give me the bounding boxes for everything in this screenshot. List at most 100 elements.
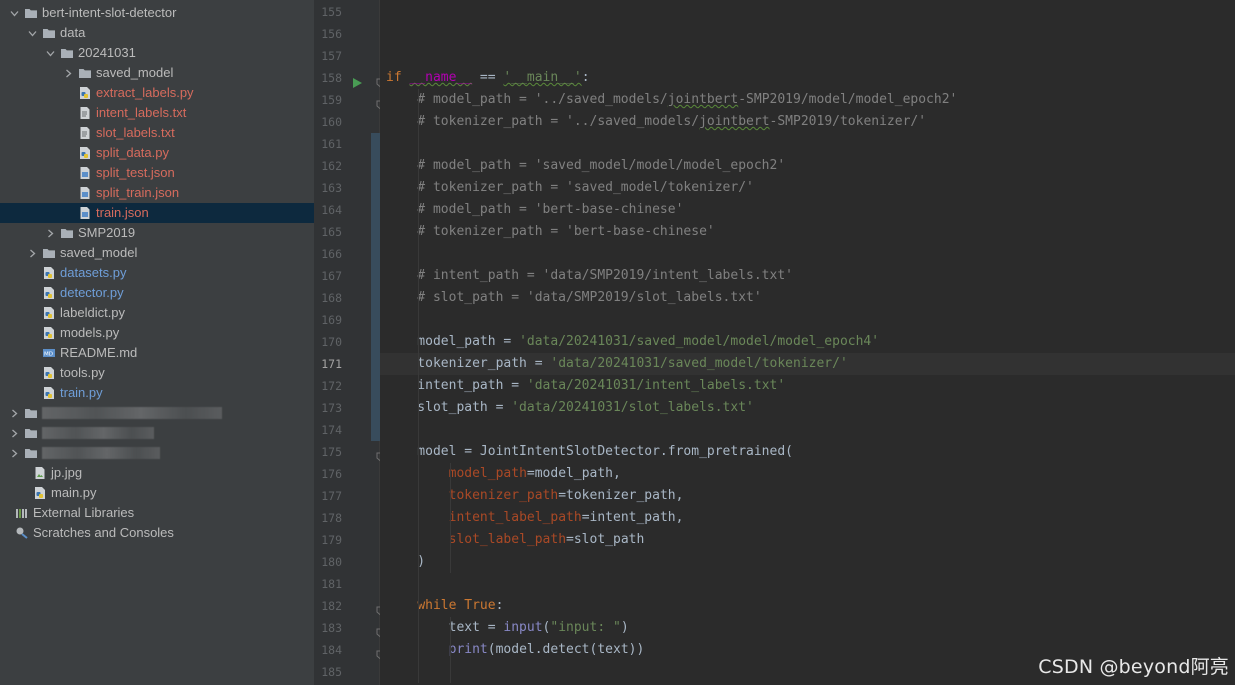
code-line[interactable]	[380, 419, 1235, 441]
line-number: 167	[321, 269, 342, 283]
code-line[interactable]: model = JointIntentSlotDetector.from_pre…	[380, 441, 1235, 463]
tree-file[interactable]	[0, 403, 314, 423]
tree-file[interactable]: train.py	[0, 383, 314, 403]
code-token: model = JointIntentSlotDetector.from_pre…	[386, 444, 793, 459]
chevron-right-icon[interactable]	[8, 423, 20, 443]
line-number: 182	[321, 599, 342, 613]
tree-folder[interactable]: bert-intent-slot-detector	[0, 3, 314, 23]
tree-item-label: labeldict.py	[60, 305, 126, 320]
code-line[interactable]	[380, 45, 1235, 67]
tree-item-label: jp.jpg	[51, 465, 83, 480]
code-line[interactable]: intent_label_path=intent_path,	[380, 507, 1235, 529]
folder-icon	[42, 246, 56, 260]
code-line[interactable]: tokenizer_path=tokenizer_path,	[380, 485, 1235, 507]
chevron-down-icon[interactable]	[44, 43, 56, 63]
code-line[interactable]: slot_label_path=slot_path	[380, 529, 1235, 551]
line-number: 164	[321, 203, 342, 217]
tree-file[interactable]: tools.py	[0, 363, 314, 383]
code-line[interactable]: )	[380, 551, 1235, 573]
watermark: CSDN @beyond阿亮	[1038, 656, 1229, 678]
python-icon	[42, 306, 56, 320]
code-token: intent_label_path	[448, 510, 582, 525]
code-line[interactable]	[380, 309, 1235, 331]
code-line[interactable]: # tokenizer_path = 'saved_model/tokenize…	[380, 177, 1235, 199]
code-line[interactable]: # slot_path = 'data/SMP2019/slot_labels.…	[380, 287, 1235, 309]
code-line[interactable]: if __name__ == '__main__':	[380, 67, 1235, 89]
code-line[interactable]: # model_path = '../saved_models/jointber…	[380, 89, 1235, 111]
tree-file[interactable]: train.json	[0, 203, 314, 223]
line-number: 180	[321, 555, 342, 569]
redacted-label	[42, 447, 160, 459]
code-token: model_path	[448, 466, 527, 481]
code-line[interactable]: model_path = 'data/20241031/saved_model/…	[380, 331, 1235, 353]
tree-file[interactable]: split_data.py	[0, 143, 314, 163]
chevron-down-icon[interactable]	[8, 3, 20, 23]
run-icon[interactable]	[352, 73, 362, 88]
tree-folder[interactable]: saved_model	[0, 243, 314, 263]
tree-file[interactable]: MD README.md	[0, 343, 314, 363]
code-line[interactable]: model_path=model_path,	[380, 463, 1235, 485]
code-line[interactable]	[380, 243, 1235, 265]
chevron-right-icon[interactable]	[26, 243, 38, 263]
tree-file[interactable]: slot_labels.txt	[0, 123, 314, 143]
tree-file[interactable]: extract_labels.py	[0, 83, 314, 103]
line-number: 176	[321, 467, 342, 481]
code-line[interactable]: # model_path = 'bert-base-chinese'	[380, 199, 1235, 221]
tree-file[interactable]: datasets.py	[0, 263, 314, 283]
code-line[interactable]	[380, 133, 1235, 155]
python-icon	[33, 486, 47, 500]
code-line[interactable]: # tokenizer_path = 'bert-base-chinese'	[380, 221, 1235, 243]
line-number: 178	[321, 511, 342, 525]
code-editor[interactable]: if __name__ == '__main__': # model_path …	[380, 0, 1235, 685]
tree-file[interactable]: External Libraries	[0, 503, 314, 523]
code-token: '__main__'	[503, 70, 582, 85]
tree-file[interactable]: main.py	[0, 483, 314, 503]
code-token: # intent_path = 'data/SMP2019/intent_lab…	[386, 268, 793, 283]
tree-folder[interactable]: 20241031	[0, 43, 314, 63]
code-line[interactable]	[380, 1, 1235, 23]
code-line[interactable]: intent_path = 'data/20241031/intent_labe…	[380, 375, 1235, 397]
tree-file[interactable]	[0, 423, 314, 443]
chevron-right-icon[interactable]	[44, 223, 56, 243]
chevron-right-icon[interactable]	[8, 443, 20, 463]
tree-file[interactable]: labeldict.py	[0, 303, 314, 323]
tree-file[interactable]: detector.py	[0, 283, 314, 303]
tree-file[interactable]: split_test.json	[0, 163, 314, 183]
tree-folder[interactable]: data	[0, 23, 314, 43]
line-number: 157	[321, 49, 342, 63]
markdown-icon: MD	[42, 346, 56, 360]
chevron-down-icon[interactable]	[26, 23, 38, 43]
vcs-change-marker[interactable]	[371, 133, 380, 441]
tree-item-label: slot_labels.txt	[96, 125, 175, 140]
tree-file[interactable]: Scratches and Consoles	[0, 523, 314, 543]
code-token: # tokenizer_path = 'saved_model/tokenize…	[386, 180, 754, 195]
tree-file[interactable]: intent_labels.txt	[0, 103, 314, 123]
tree-file[interactable]	[0, 443, 314, 463]
code-line[interactable]: while True:	[380, 595, 1235, 617]
code-line[interactable]: tokenizer_path = 'data/20241031/saved_mo…	[380, 353, 1235, 375]
chevron-right-icon[interactable]	[62, 63, 74, 83]
code-line[interactable]: # intent_path = 'data/SMP2019/intent_lab…	[380, 265, 1235, 287]
code-line[interactable]	[380, 23, 1235, 45]
line-number: 170	[321, 335, 342, 349]
code-token: if	[386, 70, 410, 85]
line-number: 184	[321, 643, 342, 657]
chevron-right-icon[interactable]	[8, 403, 20, 423]
code-token: ==	[472, 70, 504, 85]
code-line[interactable]	[380, 573, 1235, 595]
text-icon	[78, 106, 92, 120]
tree-item-label: data	[60, 25, 86, 40]
code-line[interactable]: slot_path = 'data/20241031/slot_labels.t…	[380, 397, 1235, 419]
tree-file[interactable]: jp.jpg	[0, 463, 314, 483]
code-line[interactable]: # tokenizer_path = '../saved_models/join…	[380, 111, 1235, 133]
code-token: # model_path = '../saved_models/	[386, 92, 668, 107]
code-line[interactable]: # model_path = 'saved_model/model/model_…	[380, 155, 1235, 177]
tree-folder[interactable]: saved_model	[0, 63, 314, 83]
line-number: 160	[321, 115, 342, 129]
code-line[interactable]: text = input("input: ")	[380, 617, 1235, 639]
tree-item-label: tools.py	[60, 365, 105, 380]
tree-file[interactable]: models.py	[0, 323, 314, 343]
tree-folder[interactable]: SMP2019	[0, 223, 314, 243]
tree-file[interactable]: split_train.json	[0, 183, 314, 203]
line-number: 165	[321, 225, 342, 239]
